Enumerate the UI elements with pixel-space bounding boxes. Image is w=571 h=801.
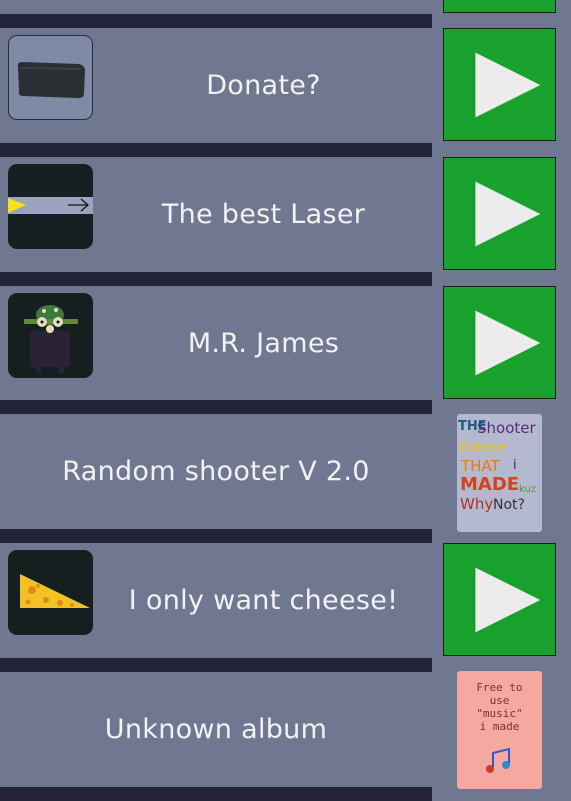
song-row-mr-james[interactable]: M.R. James: [0, 286, 432, 401]
music-note-icon: [486, 747, 510, 773]
cover-text: Shooter: [477, 419, 536, 437]
play-button[interactable]: [443, 157, 556, 270]
play-icon: [475, 310, 541, 376]
cover-text: kuz: [519, 484, 536, 495]
song-row-laser[interactable]: The best Laser: [0, 157, 432, 272]
creature-image: [8, 293, 93, 378]
play-button[interactable]: [443, 543, 556, 656]
cover-text: Not?: [493, 497, 525, 513]
album-cover-shooter[interactable]: THE Shooter Game THAT i MADE kuz Why Not…: [457, 414, 542, 532]
song-row-unknown-album[interactable]: Unknown album: [0, 672, 432, 787]
song-title: The best Laser: [161, 199, 366, 230]
cover-text: i made: [480, 720, 520, 733]
cover-text: use: [490, 694, 510, 707]
song-title: Random shooter V 2.0: [62, 456, 370, 487]
song-title: Unknown album: [104, 714, 328, 745]
row-divider: [0, 529, 432, 543]
laser-image: [8, 164, 93, 249]
song-title: M.R. James: [187, 328, 340, 359]
play-icon: [444, 0, 555, 12]
row-divider: [0, 143, 432, 157]
cover-text: Free to: [476, 681, 522, 694]
black-rock-image: [8, 35, 93, 120]
cover-text: MADE: [460, 474, 519, 495]
play-icon: [475, 567, 541, 633]
song-row-cheese[interactable]: I only want cheese!: [0, 543, 432, 658]
play-icon: [475, 181, 541, 247]
cheese-image: [8, 550, 93, 635]
cover-text: "music": [476, 707, 522, 720]
play-button-partial[interactable]: [443, 0, 556, 13]
song-row-donate[interactable]: Donate?: [0, 28, 432, 143]
cover-text: i: [513, 458, 517, 473]
play-button[interactable]: [443, 286, 556, 399]
cover-text: THAT: [460, 457, 501, 475]
cover-text: Game: [459, 437, 507, 456]
play-button[interactable]: [443, 28, 556, 141]
song-row-random-shooter[interactable]: Random shooter V 2.0: [0, 414, 432, 529]
row-divider: [0, 658, 432, 672]
album-cover-free-music[interactable]: Free to use "music" i made: [457, 671, 542, 789]
play-icon: [475, 52, 541, 118]
row-divider: [0, 14, 432, 28]
song-title: Donate?: [206, 70, 321, 101]
song-title: I only want cheese!: [128, 585, 399, 616]
row-divider: [0, 272, 432, 286]
row-divider: [0, 400, 432, 414]
row-divider: [0, 787, 432, 801]
cover-text: Why: [460, 495, 493, 513]
